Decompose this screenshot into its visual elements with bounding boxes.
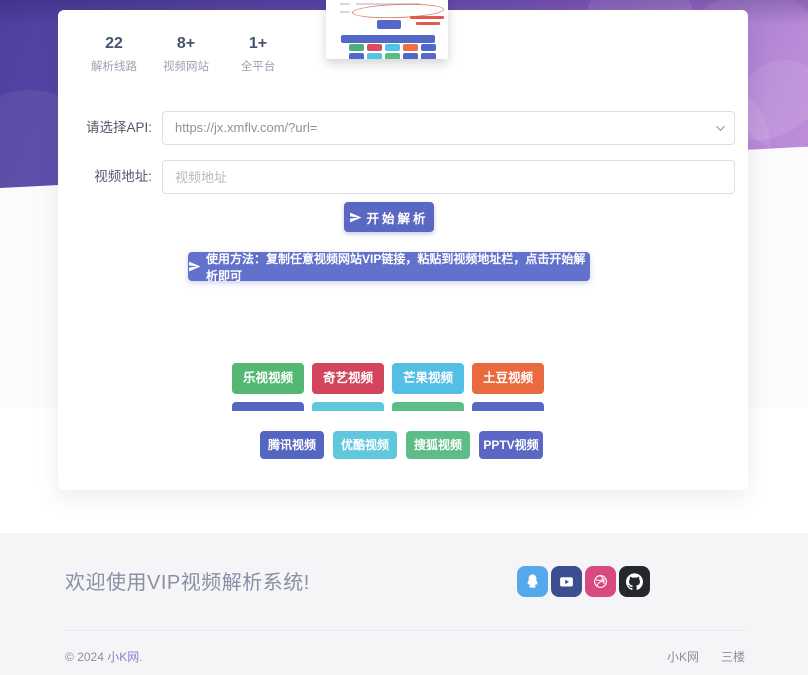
qq-social-button[interactable] — [517, 566, 548, 597]
site-button-qiyi[interactable]: 奇艺视频 — [312, 363, 384, 394]
paper-plane-icon — [349, 211, 362, 224]
preview-line — [340, 11, 350, 13]
preview-red-note — [410, 16, 444, 19]
copyright-prefix: © 2024 — [65, 650, 107, 664]
video-form-row: 视频地址: — [58, 160, 748, 194]
video-icon — [558, 573, 575, 590]
social-links — [517, 566, 650, 597]
qq-icon — [524, 573, 541, 590]
site-button-pptv[interactable]: PPTV视频 — [479, 431, 543, 459]
annotated-preview-image — [326, 0, 448, 59]
site-button-partial[interactable] — [312, 402, 384, 411]
usage-tip-banner: 使用方法：复制任意视频网站VIP链接，粘贴到视频地址栏，点击开始解析即可 — [188, 252, 590, 281]
stats-row: 22 解析线路 8+ 视频网站 1+ 全平台 — [78, 34, 294, 74]
site-button-leshi[interactable]: 乐视视频 — [232, 363, 304, 394]
dribbble-icon — [592, 573, 609, 590]
preview-button — [377, 20, 401, 29]
copyright-suffix: . — [139, 650, 142, 664]
footer-link-sanlou[interactable]: 三楼 — [721, 647, 745, 667]
footer: 欢迎使用VIP视频解析系统! — [0, 533, 808, 675]
video-address-label: 视频地址: — [58, 160, 152, 194]
footer-links: 小K网 三楼 — [667, 647, 745, 667]
site-buttons-partial-row — [232, 402, 544, 411]
preview-chip-row — [349, 53, 436, 59]
stat-video-sites: 8+ 视频网站 — [150, 34, 222, 74]
preview-line — [340, 3, 350, 5]
github-icon — [626, 573, 643, 590]
stat-value: 8+ — [150, 34, 222, 54]
copyright: © 2024 小K网. — [65, 647, 143, 667]
paper-plane-icon — [188, 260, 201, 273]
site-button-sohu[interactable]: 搜狐视频 — [406, 431, 470, 459]
video-social-button[interactable] — [551, 566, 582, 597]
stat-label: 视频网站 — [150, 58, 222, 74]
usage-tip-text: 使用方法：复制任意视频网站VIP链接，粘贴到视频地址栏，点击开始解析即可 — [206, 250, 590, 284]
footer-divider — [65, 630, 745, 631]
copyright-site-link[interactable]: 小K网 — [107, 650, 139, 664]
site-button-youku[interactable]: 优酷视频 — [333, 431, 397, 459]
site-button-mango[interactable]: 芒果视频 — [392, 363, 464, 394]
stat-value: 22 — [78, 34, 150, 54]
github-social-button[interactable] — [619, 566, 650, 597]
site-button-partial[interactable] — [472, 402, 544, 411]
site-buttons-row-1: 乐视视频 奇艺视频 芒果视频 土豆视频 — [232, 363, 544, 394]
vip-video-parse-page: 22 解析线路 8+ 视频网站 1+ 全平台 请选择API: https://j… — [0, 0, 808, 675]
video-address-input[interactable] — [162, 160, 735, 194]
stat-value: 1+ — [222, 34, 294, 54]
preview-banner — [341, 35, 435, 43]
stat-label: 全平台 — [222, 58, 294, 74]
site-button-partial[interactable] — [232, 402, 304, 411]
api-select-value: https://jx.xmflv.com/?url= — [175, 120, 317, 135]
start-parse-label: 开始解析 — [366, 208, 428, 227]
site-button-partial[interactable] — [392, 402, 464, 411]
site-buttons-row-2: 腾讯视频 优酷视频 搜狐视频 PPTV视频 — [260, 431, 543, 459]
site-button-tudou[interactable]: 土豆视频 — [472, 363, 544, 394]
welcome-message: 欢迎使用VIP视频解析系统! — [65, 566, 310, 595]
api-label: 请选择API: — [58, 111, 152, 145]
parser-card: 22 解析线路 8+ 视频网站 1+ 全平台 请选择API: https://j… — [58, 10, 748, 490]
start-parse-button[interactable]: 开始解析 — [344, 202, 434, 232]
api-select[interactable]: https://jx.xmflv.com/?url= — [162, 111, 735, 145]
chevron-down-icon — [716, 124, 725, 133]
footer-link-xiaok[interactable]: 小K网 — [667, 647, 699, 667]
api-form-row: 请选择API: https://jx.xmflv.com/?url= — [58, 111, 748, 145]
dribbble-social-button[interactable] — [585, 566, 616, 597]
preview-red-note — [416, 22, 440, 25]
preview-chip-row — [349, 44, 436, 51]
stat-all-platform: 1+ 全平台 — [222, 34, 294, 74]
footer-bottom-row: © 2024 小K网. 小K网 三楼 — [65, 647, 745, 667]
stat-parse-lines: 22 解析线路 — [78, 34, 150, 74]
site-button-tencent[interactable]: 腾讯视频 — [260, 431, 324, 459]
stat-label: 解析线路 — [78, 58, 150, 74]
